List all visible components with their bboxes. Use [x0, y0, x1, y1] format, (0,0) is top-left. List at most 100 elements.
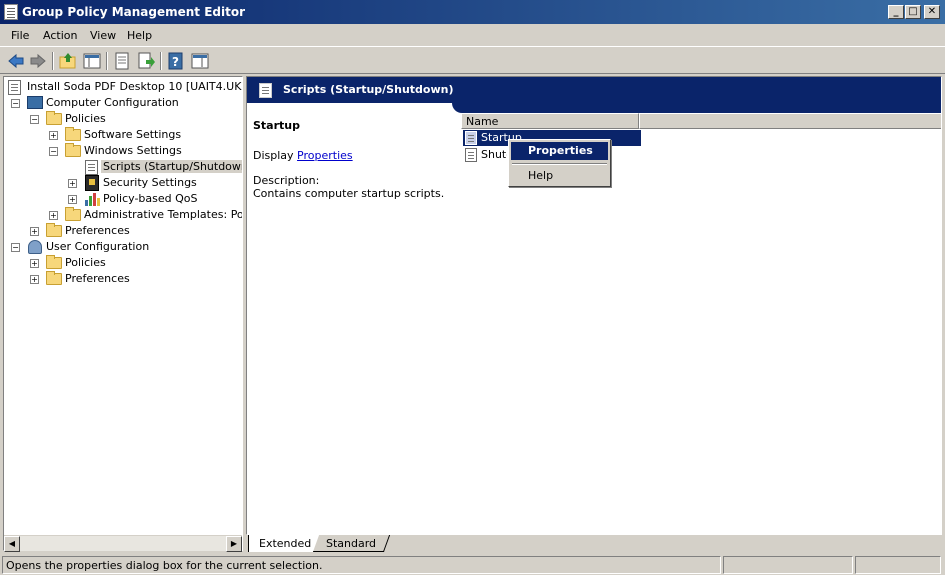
tree-item-administrative-templates[interactable]: + Administrative Templates: Policy — [4, 207, 243, 223]
tree-item-cc-policies[interactable]: − Policies — [4, 111, 242, 127]
tree-label: Windows Settings — [84, 144, 182, 157]
expand-icon[interactable]: + — [30, 227, 39, 236]
tree-item-security-settings[interactable]: + Security Settings — [4, 175, 242, 191]
status-text: Opens the properties dialog box for the … — [2, 556, 721, 574]
column-header-blank[interactable] — [639, 113, 941, 129]
tree-item-uc-preferences[interactable]: + Preferences — [4, 271, 242, 287]
close-button[interactable]: ✕ — [924, 5, 940, 19]
list-item-shutdown[interactable]: Shutdown — [463, 147, 507, 163]
toolbar-separator — [160, 52, 162, 70]
details-title: Scripts (Startup/Shutdown) — [283, 83, 454, 96]
tree-item-policy-qos[interactable]: + Policy-based QoS — [4, 191, 242, 207]
display-properties-line: Display Properties — [253, 149, 353, 162]
list-item-label: Shutdown — [481, 148, 507, 161]
expand-icon[interactable]: + — [68, 179, 77, 188]
show-hide-action-pane-icon[interactable] — [191, 52, 209, 70]
menu-file[interactable]: File — [11, 29, 29, 42]
tree-horizontal-scrollbar[interactable]: ◀ ▶ — [4, 535, 242, 552]
computer-icon — [27, 96, 43, 109]
folder-icon — [46, 271, 62, 285]
tree-label: Install Soda PDF Desktop 10 [UAIT4.UKRAI… — [27, 80, 242, 93]
tree-label: User Configuration — [46, 240, 150, 253]
tree-item-computer-configuration[interactable]: − Computer Configuration — [4, 95, 242, 111]
toolbar-separator — [106, 52, 108, 70]
tree-label: Security Settings — [103, 176, 197, 189]
tree-label: Policy-based QoS — [103, 192, 198, 205]
tree-label: Software Settings — [84, 128, 182, 141]
scroll-right-icon[interactable]: ▶ — [226, 536, 242, 552]
tree-item-scripts[interactable]: Scripts (Startup/Shutdown) — [4, 159, 242, 175]
forward-arrow-icon[interactable] — [29, 52, 47, 70]
tree-item-gpo-root[interactable]: Install Soda PDF Desktop 10 [UAIT4.UKRAI… — [4, 79, 242, 95]
properties-icon[interactable] — [113, 52, 131, 70]
tree-item-windows-settings[interactable]: − Windows Settings — [4, 143, 242, 159]
tab-standard[interactable]: Standard — [312, 535, 391, 552]
toolbar: ? — [0, 46, 945, 74]
expand-icon[interactable]: + — [49, 211, 58, 220]
security-icon — [85, 175, 99, 191]
tree-label: Preferences — [65, 272, 130, 285]
menu-help[interactable]: Help — [127, 29, 152, 42]
folder-icon — [46, 223, 62, 237]
collapse-icon[interactable]: − — [49, 147, 58, 156]
expand-icon[interactable]: + — [30, 275, 39, 284]
help-icon[interactable]: ? — [167, 52, 185, 70]
tree-item-uc-policies[interactable]: + Policies — [4, 255, 242, 271]
script-icon — [259, 83, 272, 98]
bar-chart-icon — [84, 192, 100, 206]
folder-icon — [65, 143, 81, 157]
expand-icon[interactable]: + — [68, 195, 77, 204]
script-icon — [85, 160, 98, 175]
expand-icon[interactable]: + — [49, 131, 58, 140]
window-title: Group Policy Management Editor — [22, 5, 246, 19]
folder-icon — [46, 255, 62, 269]
app-icon — [4, 4, 18, 20]
collapse-icon[interactable]: − — [11, 243, 20, 252]
tree-label: Scripts (Startup/Shutdown) — [101, 160, 242, 173]
console-tree[interactable]: Install Soda PDF Desktop 10 [UAIT4.UKRAI… — [3, 76, 243, 551]
details-header: Scripts (Startup/Shutdown) — [247, 77, 941, 103]
up-folder-icon[interactable] — [59, 52, 77, 70]
minimize-button[interactable]: _ — [888, 5, 904, 19]
context-menu-separator — [512, 163, 607, 165]
user-icon — [28, 240, 42, 254]
script-icon — [465, 131, 477, 145]
folder-icon — [65, 207, 81, 221]
tree-label: Policies — [65, 256, 106, 269]
header-decoration — [452, 103, 941, 113]
column-header-name[interactable]: Name — [461, 113, 639, 129]
tree-label: Administrative Templates: Policy — [84, 208, 243, 221]
description-label: Description: — [253, 174, 320, 187]
folder-icon — [65, 127, 81, 141]
tree-label: Computer Configuration — [46, 96, 179, 109]
menu-action[interactable]: Action — [43, 29, 77, 42]
scroll-left-icon[interactable]: ◀ — [4, 536, 20, 552]
policy-document-icon — [8, 80, 21, 95]
expand-icon[interactable]: + — [30, 259, 39, 268]
menu-bar: File Action View Help — [0, 24, 945, 46]
svg-text:?: ? — [172, 55, 179, 69]
tree-label: Policies — [65, 112, 106, 125]
script-icon — [465, 148, 477, 162]
menu-view[interactable]: View — [90, 29, 116, 42]
status-panel-2 — [723, 556, 853, 574]
context-menu-help[interactable]: Help — [511, 167, 608, 185]
toolbar-separator — [52, 52, 54, 70]
export-list-icon[interactable] — [137, 52, 155, 70]
tab-extended[interactable]: Extended — [248, 535, 323, 552]
description-text: Contains computer startup scripts. — [253, 187, 445, 200]
title-bar[interactable]: Group Policy Management Editor _ □ ✕ — [0, 0, 945, 24]
properties-link[interactable]: Properties — [297, 149, 353, 162]
tree-item-cc-preferences[interactable]: + Preferences — [4, 223, 242, 239]
tab-standard-label: Standard — [326, 537, 377, 550]
context-menu-properties[interactable]: Properties — [511, 142, 608, 160]
show-hide-console-tree-icon[interactable] — [83, 52, 101, 70]
status-panel-3 — [855, 556, 941, 574]
tree-item-user-configuration[interactable]: − User Configuration — [4, 239, 242, 255]
restore-button[interactable]: □ — [905, 5, 921, 19]
collapse-icon[interactable]: − — [30, 115, 39, 124]
collapse-icon[interactable]: − — [11, 99, 20, 108]
tree-item-software-settings[interactable]: + Software Settings — [4, 127, 242, 143]
back-arrow-icon[interactable] — [7, 52, 25, 70]
display-prefix: Display — [253, 149, 298, 162]
